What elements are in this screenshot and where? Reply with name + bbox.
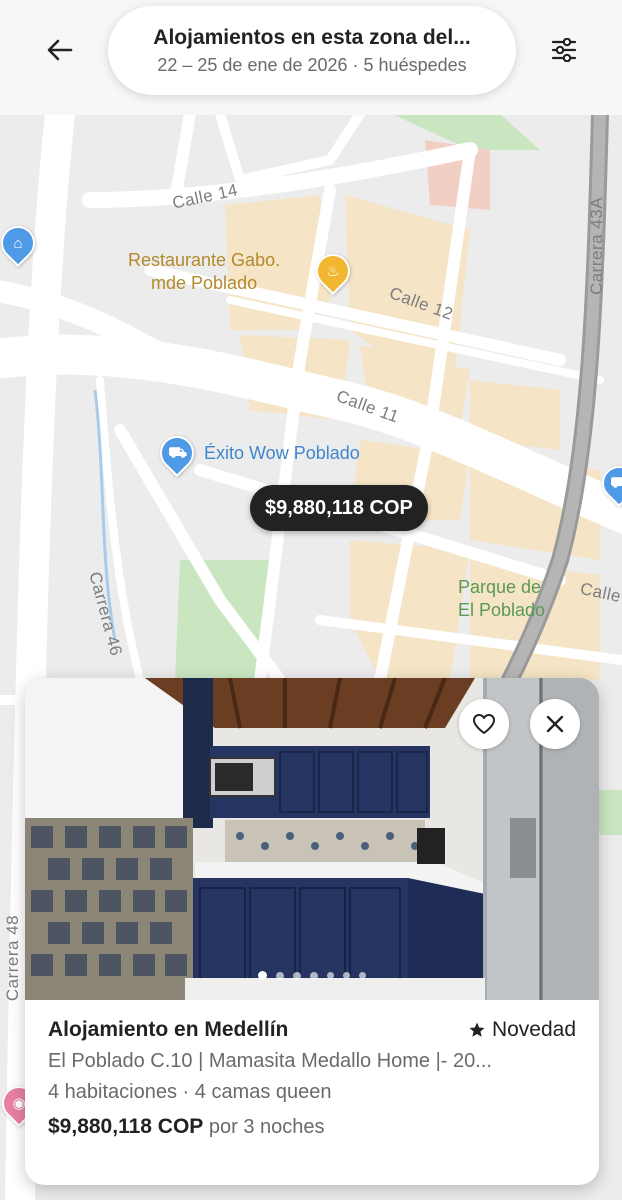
search-title: Alojamientos en esta zona del... [153, 25, 471, 49]
listing-rooms: 4 habitaciones · 4 camas queen [48, 1081, 332, 1103]
kitchen-photo [25, 678, 599, 1000]
pagination-dot [276, 971, 284, 980]
listing-title: Alojamiento en Medellín [48, 1018, 289, 1041]
shopping-bag-icon: ⌂ [13, 234, 23, 252]
top-bar: Alojamientos en esta zona del... 22 – 25… [0, 0, 622, 115]
close-icon [546, 715, 564, 733]
badge-label: Novedad [491, 1018, 576, 1041]
back-button[interactable] [38, 30, 82, 70]
new-badge: Novedad [468, 1018, 576, 1042]
pagination-dot [310, 971, 318, 980]
listing-name: El Poblado C.10 | Mamasita Medallo Home … [48, 1050, 492, 1072]
pagination-dot [343, 972, 350, 979]
pagination-dot [359, 972, 366, 979]
heart-icon [473, 714, 495, 734]
save-favorite-button[interactable] [459, 699, 509, 749]
listing-price: $9,880,118 COP [48, 1115, 204, 1138]
pagination-dot [327, 972, 334, 979]
photo-pagination [25, 971, 599, 980]
listing-price-suffix: por 3 noches [208, 1116, 325, 1138]
close-card-button[interactable] [530, 699, 580, 749]
pagination-dot [258, 971, 267, 980]
listing-info: Alojamiento en Medellín Novedad El Pobla… [48, 1018, 576, 1139]
search-dates-guests: 22 – 25 de ene de 2026 · 5 huéspedes [157, 54, 467, 75]
search-summary-pill[interactable]: Alojamientos en esta zona del... 22 – 25… [108, 6, 516, 95]
sliders-icon [551, 38, 577, 62]
filter-button[interactable] [542, 30, 586, 70]
listing-photo[interactable] [25, 678, 599, 1000]
listing-card[interactable]: Alojamiento en Medellín Novedad El Pobla… [25, 678, 599, 1185]
price-marker[interactable]: $9,880,118 COP [250, 485, 428, 531]
arrow-left-icon [47, 39, 73, 61]
listing-price-row: $9,880,118 COP por 3 noches [48, 1115, 576, 1139]
pagination-dot [293, 971, 301, 980]
star-icon [469, 1022, 485, 1037]
